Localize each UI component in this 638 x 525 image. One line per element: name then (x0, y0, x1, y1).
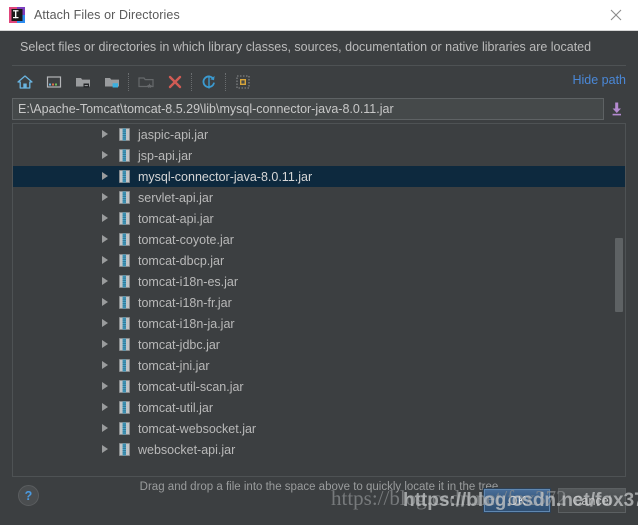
tree-row[interactable]: tomcat-jdbc.jar (13, 334, 625, 355)
ok-button[interactable]: OK (483, 488, 551, 513)
close-icon[interactable] (594, 0, 638, 30)
expand-arrow-icon[interactable] (100, 213, 111, 224)
tree-row-label: tomcat-coyote.jar (138, 232, 234, 247)
jar-file-icon (119, 401, 130, 414)
tree-row[interactable]: jsp-api.jar (13, 145, 625, 166)
expand-arrow-icon[interactable] (100, 402, 111, 413)
dialog-description: Select files or directories in which lib… (20, 40, 592, 54)
jar-file-icon (119, 296, 130, 309)
expand-arrow-icon[interactable] (100, 339, 111, 350)
jar-file-icon (119, 338, 130, 351)
tree-row[interactable]: websocket-api.jar (13, 439, 625, 460)
expand-arrow-icon[interactable] (100, 297, 111, 308)
delete-icon[interactable] (162, 69, 188, 95)
attach-files-dialog: Attach Files or Directories Select files… (0, 0, 638, 525)
file-tree-rows: jaspic-api.jar jsp-api.jar mysql-connector… (13, 124, 625, 460)
tree-row-label: jsp-api.jar (138, 148, 193, 163)
jar-file-icon (119, 380, 130, 393)
file-tree[interactable]: jaspic-api.jar jsp-api.jar mysql-connector… (12, 123, 626, 477)
expand-arrow-icon[interactable] (100, 192, 111, 203)
refresh-icon[interactable] (196, 69, 222, 95)
path-input[interactable]: E:\Apache-Tomcat\tomcat-8.5.29\lib\mysql… (12, 98, 604, 120)
tree-row[interactable]: mysql-connector-java-8.0.11.jar (13, 166, 625, 187)
home-icon[interactable] (12, 69, 38, 95)
tree-row-label: tomcat-i18n-es.jar (138, 274, 239, 289)
show-hidden-icon[interactable] (230, 69, 256, 95)
desktop-icon[interactable] (41, 69, 67, 95)
project-folder-icon[interactable] (70, 69, 96, 95)
tree-row[interactable]: tomcat-dbcp.jar (13, 250, 625, 271)
tree-row[interactable]: tomcat-jni.jar (13, 355, 625, 376)
help-button[interactable]: ? (18, 485, 39, 506)
expand-arrow-icon[interactable] (100, 255, 111, 266)
window-title: Attach Files or Directories (34, 8, 180, 22)
expand-arrow-icon[interactable] (100, 423, 111, 434)
jar-file-icon (119, 170, 130, 183)
hide-path-link[interactable]: Hide path (572, 73, 626, 87)
expand-arrow-icon[interactable] (100, 444, 111, 455)
tree-row-label: tomcat-dbcp.jar (138, 253, 225, 268)
jar-file-icon (119, 212, 130, 225)
jar-file-icon (119, 422, 130, 435)
tree-row[interactable]: tomcat-util.jar (13, 397, 625, 418)
tree-row-label: tomcat-i18n-fr.jar (138, 295, 232, 310)
expand-arrow-icon[interactable] (100, 129, 111, 140)
module-folder-icon[interactable] (99, 69, 125, 95)
tree-scrollbar-thumb[interactable] (615, 238, 623, 312)
tree-row-label: tomcat-api.jar (138, 211, 214, 226)
expand-arrow-icon[interactable] (100, 171, 111, 182)
jar-file-icon (119, 275, 130, 288)
tree-row[interactable]: tomcat-coyote.jar (13, 229, 625, 250)
tree-row-label: tomcat-websocket.jar (138, 421, 257, 436)
new-folder-icon[interactable] (133, 69, 159, 95)
jar-file-icon (119, 149, 130, 162)
intellij-idea-icon (9, 7, 25, 23)
jar-file-icon (119, 191, 130, 204)
tree-row[interactable]: tomcat-i18n-fr.jar (13, 292, 625, 313)
tree-row-label: websocket-api.jar (138, 442, 236, 457)
tree-scrollbar[interactable] (613, 125, 624, 476)
expand-arrow-icon[interactable] (100, 276, 111, 287)
tree-row-label: tomcat-jdbc.jar (138, 337, 220, 352)
expand-arrow-icon[interactable] (100, 234, 111, 245)
jar-file-icon (119, 443, 130, 456)
tree-row[interactable]: tomcat-i18n-ja.jar (13, 313, 625, 334)
expand-arrow-icon[interactable] (100, 150, 111, 161)
header-divider (12, 65, 626, 66)
tree-row-label: tomcat-jni.jar (138, 358, 210, 373)
toolbar-divider-3 (225, 73, 227, 91)
tree-row[interactable]: tomcat-util-scan.jar (13, 376, 625, 397)
toolbar-divider-2 (191, 73, 193, 91)
tree-row-label: servlet-api.jar (138, 190, 214, 205)
expand-arrow-icon[interactable] (100, 318, 111, 329)
expand-arrow-icon[interactable] (100, 381, 111, 392)
tree-row-label: tomcat-util-scan.jar (138, 379, 244, 394)
tree-row[interactable]: tomcat-websocket.jar (13, 418, 625, 439)
file-chooser-toolbar: Hide path (12, 69, 626, 95)
jar-file-icon (119, 233, 130, 246)
toolbar-divider-1 (128, 73, 130, 91)
jar-file-icon (119, 317, 130, 330)
jar-file-icon (119, 254, 130, 267)
tree-row[interactable]: jaspic-api.jar (13, 124, 625, 145)
drop-down-arrow-icon[interactable] (608, 99, 626, 119)
tree-row-label: tomcat-util.jar (138, 400, 214, 415)
tree-row-label: tomcat-i18n-ja.jar (138, 316, 235, 331)
title-bar: Attach Files or Directories (0, 0, 638, 31)
jar-file-icon (119, 128, 130, 141)
path-row: E:\Apache-Tomcat\tomcat-8.5.29\lib\mysql… (12, 98, 626, 120)
jar-file-icon (119, 359, 130, 372)
expand-arrow-icon[interactable] (100, 360, 111, 371)
tree-row-label: jaspic-api.jar (138, 127, 209, 142)
cancel-button[interactable]: Cancel (558, 488, 626, 513)
tree-row-label: mysql-connector-java-8.0.11.jar (138, 169, 313, 184)
tree-row[interactable]: tomcat-i18n-es.jar (13, 271, 625, 292)
tree-row[interactable]: tomcat-api.jar (13, 208, 625, 229)
tree-row[interactable]: servlet-api.jar (13, 187, 625, 208)
